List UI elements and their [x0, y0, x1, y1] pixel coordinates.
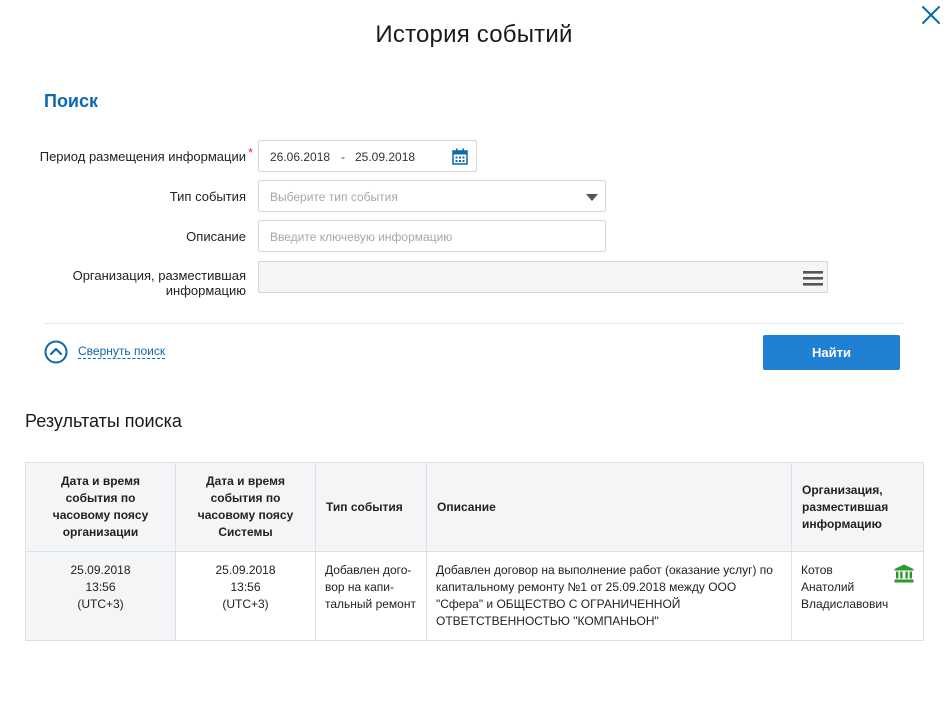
event-type-label: Тип события: [169, 189, 246, 204]
table-header-row: Дата и время события по часовому поясу о…: [25, 462, 924, 552]
description-placeholder: Введите ключевую информацию: [270, 230, 453, 244]
page-title: История событий: [375, 21, 573, 48]
cell-organization: Котов Анатолий Владиславович: [791, 551, 924, 641]
calendar-icon[interactable]: [452, 148, 468, 165]
column-header-system-time[interactable]: Дата и время события по часовому поясу С…: [175, 462, 316, 552]
required-mark: *: [247, 145, 253, 160]
chevron-up-circle-icon[interactable]: [44, 340, 68, 364]
date-separator: -: [341, 150, 345, 164]
description-input[interactable]: Введите ключевую информацию: [258, 220, 606, 252]
cell-org-time: 25.09.2018 13:56 (UTC+3): [25, 551, 176, 641]
divider: [44, 323, 904, 324]
find-button[interactable]: Найти: [763, 335, 900, 370]
dropdown-caret-icon: [586, 194, 598, 201]
date-from-value: 26.06.2018: [270, 150, 331, 164]
column-header-org-time[interactable]: Дата и время события по часовому поясу о…: [25, 462, 176, 552]
date-to-value: 25.09.2018: [355, 150, 416, 164]
cell-description: Добавлен договор на выполнение работ (ок…: [426, 551, 792, 641]
collapse-search-link[interactable]: Свернуть поиск: [78, 344, 166, 359]
event-type-select[interactable]: Выберите тип события: [258, 180, 606, 212]
column-header-description[interactable]: Описание: [426, 462, 792, 552]
government-building-icon[interactable]: [894, 564, 914, 583]
event-type-placeholder: Выберите тип события: [270, 190, 398, 204]
results-heading: Результаты поиска: [25, 411, 182, 431]
column-header-organization[interactable]: Организация, разместившая информацию: [791, 462, 924, 552]
cell-event-type: Добавлен дого- вор на капи- тальный ремо…: [315, 551, 427, 641]
list-menu-icon[interactable]: [803, 271, 823, 286]
results-table: Дата и время события по часовому поясу о…: [25, 462, 924, 641]
organization-label: Организация, разместившая информацию: [72, 268, 246, 298]
search-heading: Поиск: [44, 91, 99, 111]
description-label: Описание: [186, 229, 246, 244]
table-row[interactable]: 25.09.2018 13:56 (UTC+3) 25.09.2018 13:5…: [25, 551, 924, 641]
organization-picker-input[interactable]: [258, 261, 828, 293]
column-header-event-type[interactable]: Тип события: [315, 462, 427, 552]
period-label: Период размещения информации *: [39, 145, 253, 164]
cell-system-time: 25.09.2018 13:56 (UTC+3): [175, 551, 316, 641]
period-date-range-input[interactable]: 26.06.2018 - 25.09.2018: [258, 140, 477, 172]
